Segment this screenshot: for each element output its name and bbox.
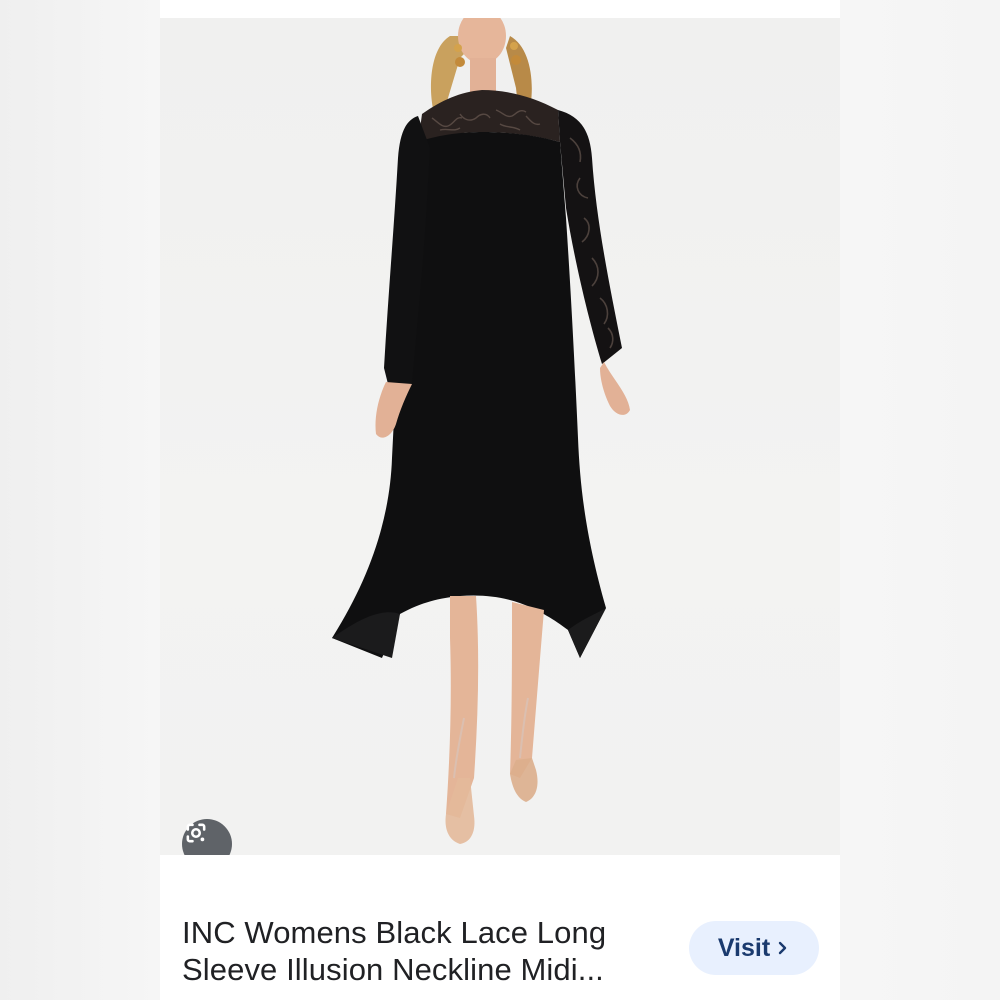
chevron-right-icon (778, 941, 787, 955)
product-photo-illustration (332, 18, 630, 844)
result-title-line-1: INC Womens Black Lace Long (182, 915, 607, 950)
card-top-strip (160, 0, 840, 18)
product-image[interactable] (160, 18, 840, 855)
visit-button-label: Visit (717, 933, 771, 962)
page: INC Womens Black Lace Long Sleeve Illusi… (0, 0, 1000, 1000)
google-lens-icon (186, 823, 206, 843)
image-result-card: INC Womens Black Lace Long Sleeve Illusi… (160, 0, 840, 1000)
result-title-line-2: Sleeve Illusion Neckline Midi... (182, 952, 604, 987)
visit-button[interactable]: Visit (689, 921, 819, 975)
result-title[interactable]: INC Womens Black Lace Long Sleeve Illusi… (182, 914, 662, 988)
